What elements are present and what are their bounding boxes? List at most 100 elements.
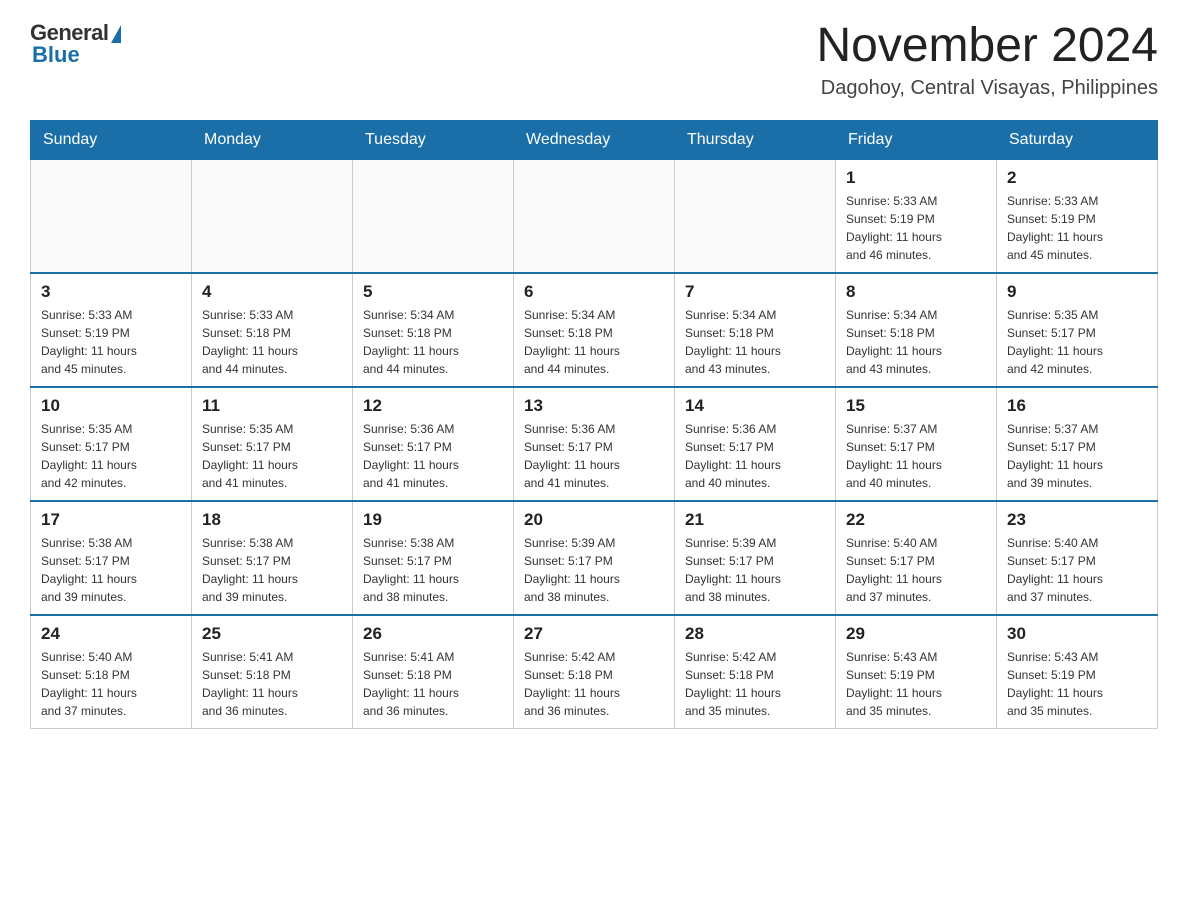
calendar-week-row: 10 Sunrise: 5:35 AM Sunset: 5:17 PM Dayli… — [31, 387, 1158, 501]
day-info: Sunrise: 5:33 AM Sunset: 5:19 PM Dayligh… — [41, 306, 181, 378]
day-number: 11 — [202, 396, 342, 416]
calendar-cell: 10 Sunrise: 5:35 AM Sunset: 5:17 PM Dayli… — [31, 387, 192, 501]
day-number: 20 — [524, 510, 664, 530]
day-info: Sunrise: 5:40 AM Sunset: 5:17 PM Dayligh… — [846, 534, 986, 606]
day-info: Sunrise: 5:35 AM Sunset: 5:17 PM Dayligh… — [41, 420, 181, 492]
calendar-cell: 27 Sunrise: 5:42 AM Sunset: 5:18 PM Dayli… — [514, 615, 675, 729]
day-info: Sunrise: 5:35 AM Sunset: 5:17 PM Dayligh… — [1007, 306, 1147, 378]
day-number: 14 — [685, 396, 825, 416]
day-info: Sunrise: 5:42 AM Sunset: 5:18 PM Dayligh… — [685, 648, 825, 720]
location-title: Dagohoy, Central Visayas, Philippines — [816, 77, 1158, 100]
weekday-header-thursday: Thursday — [675, 120, 836, 159]
weekday-header-row: SundayMondayTuesdayWednesdayThursdayFrid… — [31, 120, 1158, 159]
day-info: Sunrise: 5:36 AM Sunset: 5:17 PM Dayligh… — [685, 420, 825, 492]
calendar-cell: 12Sunrise: 5:36 AM Sunset: 5:17 PM Dayli… — [353, 387, 514, 501]
calendar-body: 1 Sunrise: 5:33 AM Sunset: 5:19 PM Daylig… — [31, 159, 1158, 728]
calendar-cell: 16Sunrise: 5:37 AM Sunset: 5:17 PM Dayli… — [997, 387, 1158, 501]
calendar-cell: 28 Sunrise: 5:42 AM Sunset: 5:18 PM Dayli… — [675, 615, 836, 729]
day-info: Sunrise: 5:38 AM Sunset: 5:17 PM Dayligh… — [41, 534, 181, 606]
day-number: 9 — [1007, 282, 1147, 302]
calendar-cell: 4 Sunrise: 5:33 AM Sunset: 5:18 PM Daylig… — [192, 273, 353, 387]
day-number: 15 — [846, 396, 986, 416]
calendar-table: SundayMondayTuesdayWednesdayThursdayFrid… — [30, 120, 1158, 729]
calendar-cell — [192, 159, 353, 273]
day-number: 19 — [363, 510, 503, 530]
calendar-cell: 30 Sunrise: 5:43 AM Sunset: 5:19 PM Dayli… — [997, 615, 1158, 729]
day-info: Sunrise: 5:41 AM Sunset: 5:18 PM Dayligh… — [202, 648, 342, 720]
logo: General Blue — [30, 20, 121, 68]
day-number: 23 — [1007, 510, 1147, 530]
day-info: Sunrise: 5:38 AM Sunset: 5:17 PM Dayligh… — [202, 534, 342, 606]
day-info: Sunrise: 5:33 AM Sunset: 5:18 PM Dayligh… — [202, 306, 342, 378]
calendar-cell: 13 Sunrise: 5:36 AM Sunset: 5:17 PM Dayli… — [514, 387, 675, 501]
day-number: 1 — [846, 168, 986, 188]
logo-blue-text: Blue — [32, 42, 80, 68]
day-info: Sunrise: 5:37 AM Sunset: 5:17 PM Dayligh… — [1007, 420, 1147, 492]
day-number: 22 — [846, 510, 986, 530]
month-title: November 2024 — [816, 20, 1158, 73]
calendar-cell: 5 Sunrise: 5:34 AM Sunset: 5:18 PM Daylig… — [353, 273, 514, 387]
day-number: 29 — [846, 624, 986, 644]
weekday-header-tuesday: Tuesday — [353, 120, 514, 159]
day-number: 5 — [363, 282, 503, 302]
calendar-week-row: 3 Sunrise: 5:33 AM Sunset: 5:19 PM Daylig… — [31, 273, 1158, 387]
calendar-cell: 19 Sunrise: 5:38 AM Sunset: 5:17 PM Dayli… — [353, 501, 514, 615]
calendar-cell: 2 Sunrise: 5:33 AM Sunset: 5:19 PM Daylig… — [997, 159, 1158, 273]
calendar-cell — [353, 159, 514, 273]
day-number: 27 — [524, 624, 664, 644]
day-number: 30 — [1007, 624, 1147, 644]
day-number: 2 — [1007, 168, 1147, 188]
calendar-cell: 9 Sunrise: 5:35 AM Sunset: 5:17 PM Daylig… — [997, 273, 1158, 387]
calendar-week-row: 17 Sunrise: 5:38 AM Sunset: 5:17 PM Dayli… — [31, 501, 1158, 615]
day-number: 3 — [41, 282, 181, 302]
calendar-cell — [514, 159, 675, 273]
calendar-week-row: 24 Sunrise: 5:40 AM Sunset: 5:18 PM Dayli… — [31, 615, 1158, 729]
calendar-cell: 3 Sunrise: 5:33 AM Sunset: 5:19 PM Daylig… — [31, 273, 192, 387]
day-info: Sunrise: 5:34 AM Sunset: 5:18 PM Dayligh… — [524, 306, 664, 378]
day-info: Sunrise: 5:41 AM Sunset: 5:18 PM Dayligh… — [363, 648, 503, 720]
logo-triangle-icon — [111, 25, 121, 43]
day-number: 7 — [685, 282, 825, 302]
day-info: Sunrise: 5:34 AM Sunset: 5:18 PM Dayligh… — [685, 306, 825, 378]
day-number: 24 — [41, 624, 181, 644]
day-info: Sunrise: 5:43 AM Sunset: 5:19 PM Dayligh… — [846, 648, 986, 720]
calendar-cell: 8Sunrise: 5:34 AM Sunset: 5:18 PM Daylig… — [836, 273, 997, 387]
calendar-cell: 6 Sunrise: 5:34 AM Sunset: 5:18 PM Daylig… — [514, 273, 675, 387]
calendar-cell: 26Sunrise: 5:41 AM Sunset: 5:18 PM Dayli… — [353, 615, 514, 729]
day-number: 4 — [202, 282, 342, 302]
day-number: 6 — [524, 282, 664, 302]
day-info: Sunrise: 5:33 AM Sunset: 5:19 PM Dayligh… — [1007, 192, 1147, 264]
day-number: 13 — [524, 396, 664, 416]
title-section: November 2024 Dagohoy, Central Visayas, … — [816, 20, 1158, 100]
day-info: Sunrise: 5:38 AM Sunset: 5:17 PM Dayligh… — [363, 534, 503, 606]
day-info: Sunrise: 5:34 AM Sunset: 5:18 PM Dayligh… — [363, 306, 503, 378]
calendar-cell: 14 Sunrise: 5:36 AM Sunset: 5:17 PM Dayli… — [675, 387, 836, 501]
calendar-cell: 1Sunrise: 5:33 AM Sunset: 5:19 PM Daylig… — [836, 159, 997, 273]
day-info: Sunrise: 5:39 AM Sunset: 5:17 PM Dayligh… — [685, 534, 825, 606]
calendar-cell: 7 Sunrise: 5:34 AM Sunset: 5:18 PM Daylig… — [675, 273, 836, 387]
calendar-header: SundayMondayTuesdayWednesdayThursdayFrid… — [31, 120, 1158, 159]
day-info: Sunrise: 5:34 AM Sunset: 5:18 PM Dayligh… — [846, 306, 986, 378]
day-number: 10 — [41, 396, 181, 416]
page-header: General Blue November 2024 Dagohoy, Cent… — [30, 20, 1158, 100]
day-number: 25 — [202, 624, 342, 644]
day-info: Sunrise: 5:37 AM Sunset: 5:17 PM Dayligh… — [846, 420, 986, 492]
day-number: 12 — [363, 396, 503, 416]
day-info: Sunrise: 5:42 AM Sunset: 5:18 PM Dayligh… — [524, 648, 664, 720]
day-info: Sunrise: 5:40 AM Sunset: 5:18 PM Dayligh… — [41, 648, 181, 720]
calendar-cell: 18 Sunrise: 5:38 AM Sunset: 5:17 PM Dayli… — [192, 501, 353, 615]
day-info: Sunrise: 5:40 AM Sunset: 5:17 PM Dayligh… — [1007, 534, 1147, 606]
calendar-cell: 17 Sunrise: 5:38 AM Sunset: 5:17 PM Dayli… — [31, 501, 192, 615]
day-number: 17 — [41, 510, 181, 530]
weekday-header-saturday: Saturday — [997, 120, 1158, 159]
day-info: Sunrise: 5:43 AM Sunset: 5:19 PM Dayligh… — [1007, 648, 1147, 720]
weekday-header-monday: Monday — [192, 120, 353, 159]
day-number: 18 — [202, 510, 342, 530]
calendar-cell — [675, 159, 836, 273]
weekday-header-sunday: Sunday — [31, 120, 192, 159]
day-number: 28 — [685, 624, 825, 644]
calendar-week-row: 1 Sunrise: 5:33 AM Sunset: 5:19 PM Daylig… — [31, 159, 1158, 273]
calendar-cell: 29 Sunrise: 5:43 AM Sunset: 5:19 PM Dayli… — [836, 615, 997, 729]
calendar-cell: 11Sunrise: 5:35 AM Sunset: 5:17 PM Dayli… — [192, 387, 353, 501]
day-info: Sunrise: 5:36 AM Sunset: 5:17 PM Dayligh… — [524, 420, 664, 492]
